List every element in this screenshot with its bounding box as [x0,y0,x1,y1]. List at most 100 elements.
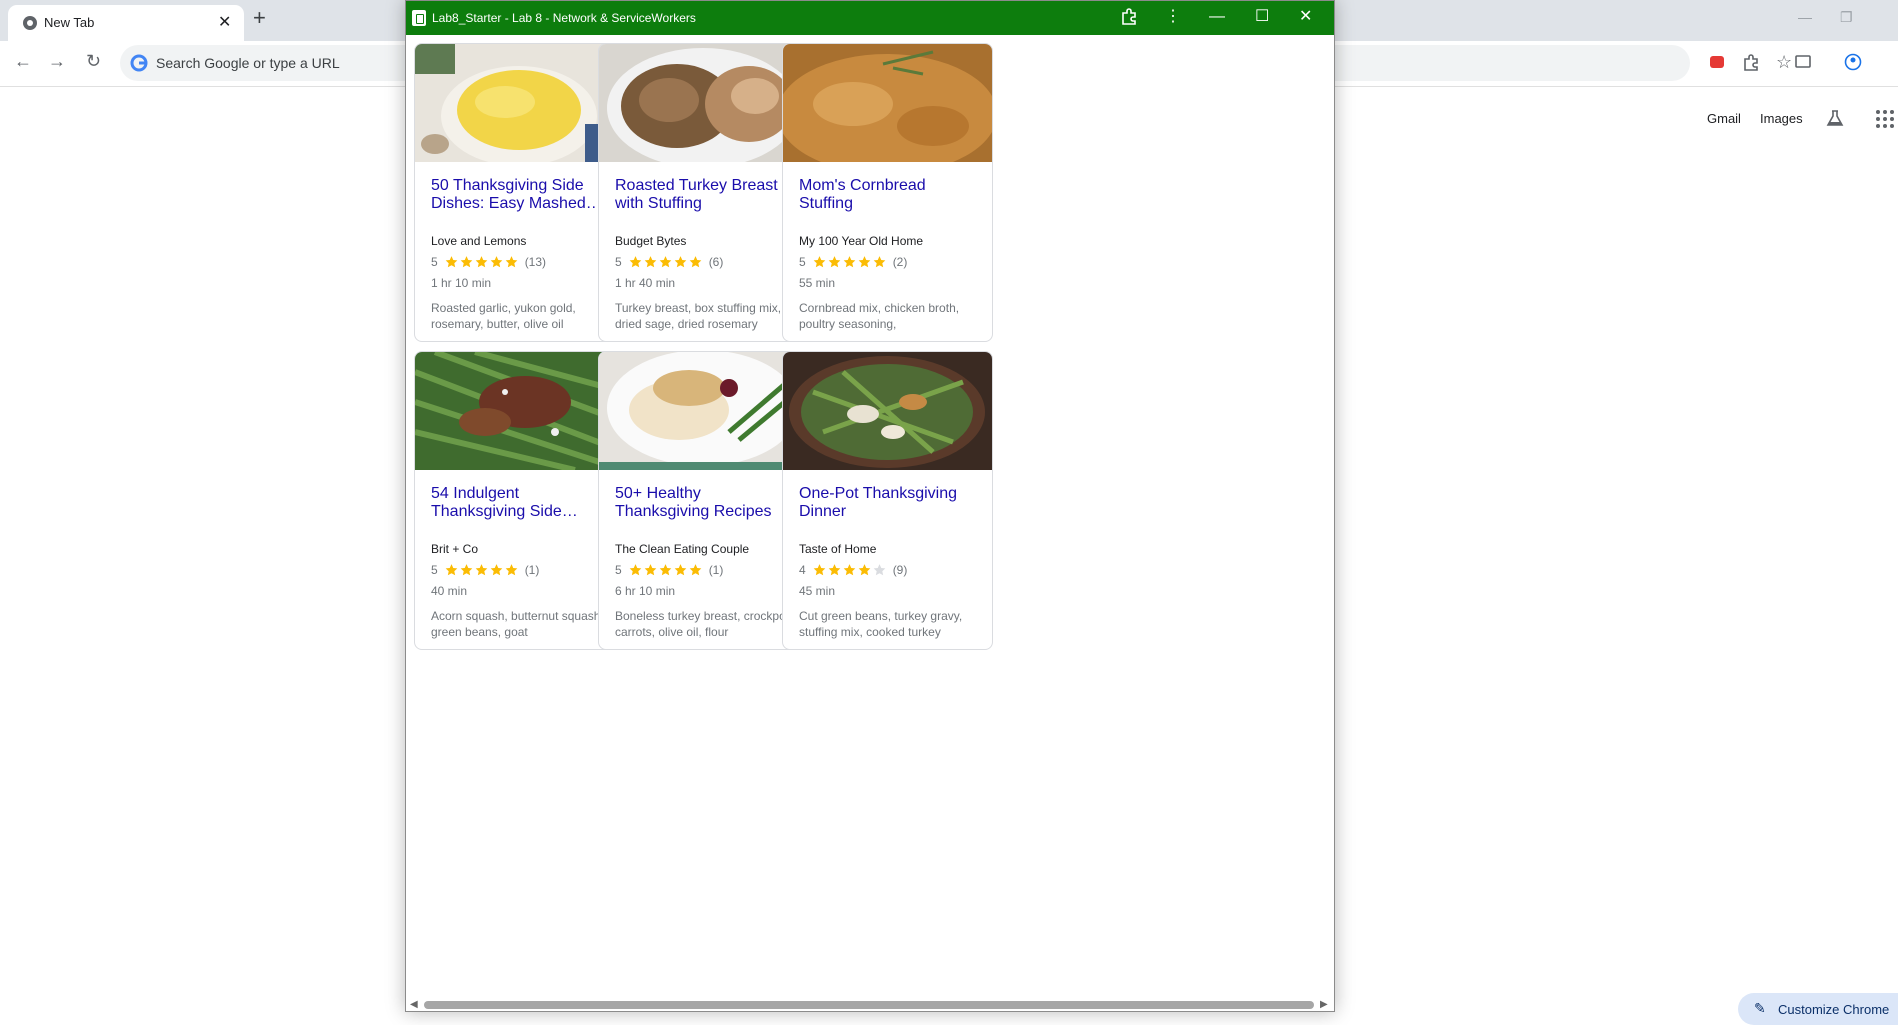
minimize-icon[interactable]: — [1798,9,1812,25]
recipe-card[interactable]: Roasted Turkey Breast with Stuffing Budg… [598,43,809,342]
recipe-time: 55 min [799,276,836,290]
minimize-icon[interactable]: — [1209,7,1225,27]
star-filled-icon [858,564,871,576]
tab-title: New Tab [44,15,95,30]
horizontal-scrollbar[interactable]: ◀ ▶ [406,997,1334,1011]
recipe-rating: 5 (6) [615,255,723,269]
star-filled-icon [445,256,458,268]
forward-icon[interactable]: → [48,51,66,72]
reload-icon[interactable]: ↻ [86,51,101,72]
star-filled-icon [674,256,687,268]
rating-value: 5 [615,255,622,269]
rating-value: 5 [431,563,438,577]
labs-flask-icon[interactable] [1826,109,1844,127]
recipe-title[interactable]: Mom's Cornbread Stuffing [799,177,979,213]
bookmark-star-icon[interactable]: ☆ [1776,52,1792,73]
restore-icon[interactable]: ❐ [1840,9,1853,26]
recipe-ingredients: Boneless turkey breast, crockpot, carrot… [615,609,793,639]
recipe-rating: 4 (9) [799,563,907,577]
maximize-icon[interactable]: ☐ [1255,7,1269,27]
review-count: (1) [708,563,724,577]
recipe-source: Brit + Co [431,542,479,556]
star-filled-icon [460,256,473,268]
rating-stars [444,563,519,577]
recipe-image-turkey-stuffing [599,44,808,162]
more-options-icon[interactable]: ⋮ [1165,7,1181,27]
close-tab-icon[interactable]: ✕ [218,12,231,32]
scrollbar-thumb[interactable] [424,1001,1314,1009]
star-filled-icon [629,256,642,268]
recipe-time: 45 min [799,584,836,598]
star-filled-icon [659,256,672,268]
recipe-source: My 100 Year Old Home [799,234,924,248]
recipe-ingredients: Turkey breast, box stuffing mix, dried s… [615,301,782,331]
star-filled-icon [490,256,503,268]
recipe-image-healthy-turkey-plate [599,352,808,470]
rating-value: 5 [799,255,806,269]
recipe-source: Taste of Home [799,542,877,556]
recipe-card[interactable]: 50+ Healthy Thanksgiving Recipes The Cle… [598,351,809,650]
close-icon[interactable]: ✕ [1299,7,1312,27]
star-filled-icon [689,256,702,268]
customize-chrome-label: Customize Chrome [1778,1002,1890,1017]
recipe-title[interactable]: Roasted Turkey Breast with Stuffing [615,177,795,213]
recipe-card[interactable]: One-Pot Thanksgiving Dinner Taste of Hom… [782,351,993,650]
google-icon [130,54,148,72]
recipe-rating: 5 (1) [615,563,723,577]
app-title: Lab8_Starter - Lab 8 - Network & Service… [432,11,696,25]
star-filled-icon [813,564,826,576]
star-filled-icon [505,256,518,268]
review-count: (1) [524,563,540,577]
star-filled-icon [644,564,657,576]
recipe-card[interactable]: 54 Indulgent Thanksgiving Side… Brit + C… [414,351,625,650]
recipe-ingredients: Acorn squash, butternut squash, green be… [431,609,604,639]
recipe-title[interactable]: One-Pot Thanksgiving Dinner [799,485,979,521]
recipe-source: Budget Bytes [615,234,687,248]
cast-icon[interactable] [1794,53,1812,71]
star-filled-icon [843,256,856,268]
extensions-puzzle-icon[interactable] [1120,7,1138,31]
star-empty-icon [873,564,886,576]
recipe-time: 1 hr 10 min [431,276,492,290]
star-filled-icon [490,564,503,576]
scroll-left-icon[interactable]: ◀ [410,999,418,1010]
recipe-title[interactable]: 50+ Healthy Thanksgiving Recipes [615,485,795,521]
star-filled-icon [644,256,657,268]
star-filled-icon [828,564,841,576]
new-tab-button[interactable]: + [253,7,266,29]
images-link[interactable]: Images [1760,111,1803,126]
star-filled-icon [843,564,856,576]
omnibox-placeholder: Search Google or type a URL [156,55,340,71]
google-apps-icon[interactable] [1876,110,1894,128]
profile-icon[interactable] [1844,53,1862,71]
recipe-time: 6 hr 10 min [615,584,676,598]
app-icon [412,10,426,26]
back-icon[interactable]: ← [14,51,32,72]
recipe-time: 1 hr 40 min [615,276,676,290]
star-filled-icon [674,564,687,576]
scroll-right-icon[interactable]: ▶ [1320,999,1328,1010]
review-count: (9) [892,563,908,577]
recipe-rating: 5 (13) [431,255,546,269]
star-filled-icon [460,564,473,576]
recipe-title[interactable]: 54 Indulgent Thanksgiving Side… [431,485,611,521]
recipe-ingredients: Cut green beans, turkey gravy, stuffing … [799,609,963,639]
rating-value: 4 [799,563,806,577]
recipe-card[interactable]: Mom's Cornbread Stuffing My 100 Year Old… [782,43,993,342]
gmail-link[interactable]: Gmail [1707,111,1741,126]
review-count: (2) [892,255,908,269]
recipe-image-mashed-potatoes [415,44,624,162]
recipe-rating: 5 (1) [431,563,539,577]
tab-new-tab[interactable]: New Tab ✕ [8,5,244,41]
star-filled-icon [828,256,841,268]
rating-stars [812,563,887,577]
recipe-grid: 50 Thanksgiving Side Dishes: Easy Mashed… [406,35,1334,997]
recipe-rating: 5 (2) [799,255,907,269]
star-filled-icon [475,564,488,576]
extension-red-icon[interactable] [1708,53,1726,71]
rating-stars [444,255,519,269]
customize-chrome-button[interactable]: ✎ Customize Chrome [1738,993,1898,1025]
recipe-title[interactable]: 50 Thanksgiving Side Dishes: Easy Mashed… [431,177,611,213]
extensions-puzzle-icon[interactable] [1742,53,1760,71]
recipe-card[interactable]: 50 Thanksgiving Side Dishes: Easy Mashed… [414,43,625,342]
